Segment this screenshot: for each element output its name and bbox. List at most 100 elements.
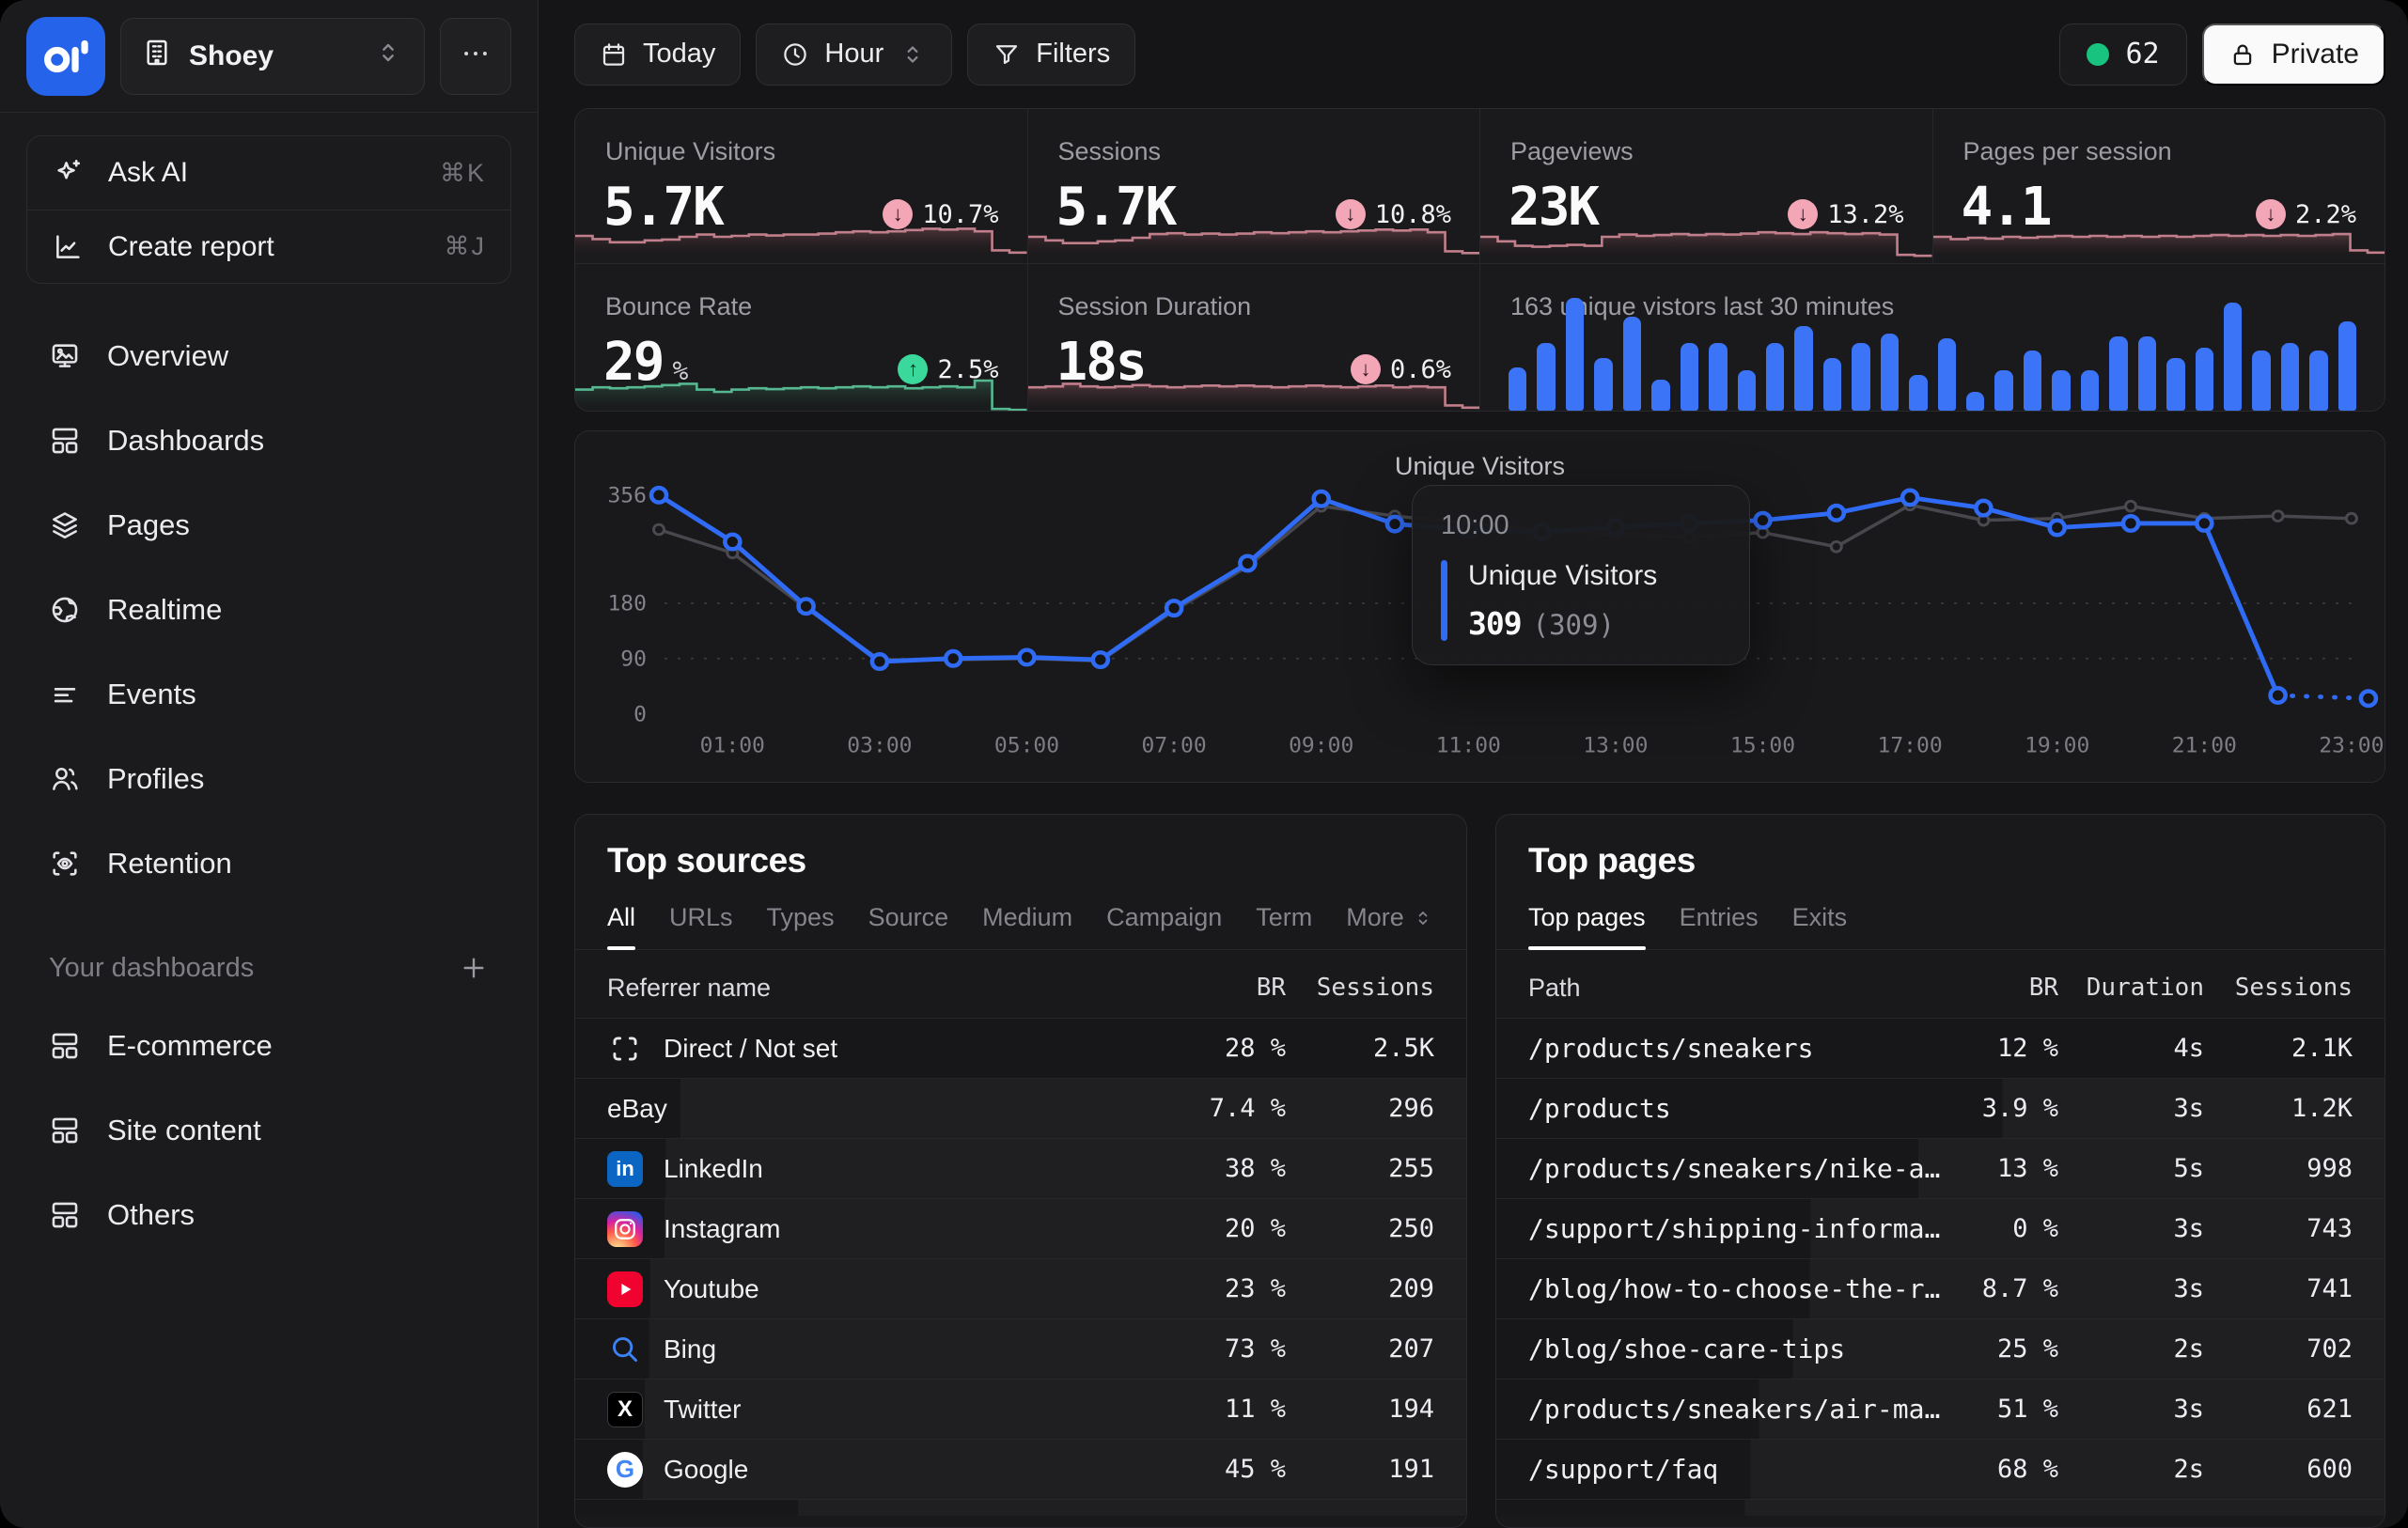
tab-urls[interactable]: URLs [669,903,733,949]
sidebar-item-dashboards[interactable]: Dashboards [26,398,511,483]
tooltip-series-color-bar [1441,560,1447,641]
page-row--products-sneakers-air-max-2023[interactable]: /products/sneakers/air-max-202351 %3s621 [1496,1379,2385,1439]
quick-action-ask-ai[interactable]: Ask AI ⌘K [27,136,510,210]
metric-sparkline [575,369,1027,412]
interval-button[interactable]: Hour [756,23,952,86]
topbar: Today Hour Filters 62 Private [574,0,2385,108]
sessions-value: 209 [1286,1274,1434,1303]
source-row-ebay[interactable]: eBay7.4 %296 [575,1078,1466,1138]
page-row--blog-shoe-care-tips[interactable]: /blog/shoe-care-tips25 %2s702 [1496,1318,2385,1379]
bounce-rate-value: 68 % [1946,1455,2058,1484]
page-row--support-faq[interactable]: /support/faq68 %2s600 [1496,1439,2385,1499]
nav-label: Others [107,1198,195,1232]
page-row--support-shipping-information[interactable]: /support/shipping-information0 %3s743 [1496,1198,2385,1258]
nav-label: Dashboards [107,424,264,458]
sidebar-item-retention[interactable]: Retention [26,821,511,906]
realtime-bar [2309,351,2327,411]
dashboard-icon [49,425,81,457]
source-row-linkedin[interactable]: inLinkedIn38 %255 [575,1138,1466,1198]
source-row-instagram[interactable]: Instagram20 %250 [575,1198,1466,1258]
metric-card-unique-visitors[interactable]: Unique Visitors5.7K↓10.7% [575,109,1027,263]
interval-label: Hour [824,39,883,70]
tab-label: Source [868,903,949,932]
sessions-value: 2.1K [2204,1034,2353,1063]
realtime-bar [2081,370,2099,412]
sidebar-item-profiles[interactable]: Profiles [26,737,511,821]
metric-title: Sessions [1058,137,1162,166]
sidebar-item-events[interactable]: Events [26,652,511,737]
tab-source[interactable]: Source [868,903,949,949]
svg-text:07:00: 07:00 [1142,733,1207,757]
building-icon [142,38,172,75]
sidebar-item-realtime[interactable]: Realtime [26,568,511,652]
app-logo[interactable] [26,17,105,96]
tab-medium[interactable]: Medium [982,903,1072,949]
metric-card-sessions[interactable]: Sessions5.7K↓10.8% [1028,109,1480,263]
source-row-bing[interactable]: Bing73 %207 [575,1318,1466,1379]
tab-entries[interactable]: Entries [1680,903,1759,949]
quick-action-create-report[interactable]: Create report⌘J [27,210,510,283]
sidebar-menu-button[interactable] [440,18,511,95]
duration-value: 3s [2058,1274,2204,1303]
tab-top-pages[interactable]: Top pages [1528,903,1646,949]
events-icon [49,678,81,710]
source-row-google[interactable]: GGoogle45 %191 [575,1439,1466,1499]
col-br: BR [1173,974,1286,1002]
sessions-value: 2.5K [1286,1034,1434,1063]
page-row--products-sneakers-nike-air-max-2-[interactable]: /products/sneakers/nike-air-max-2…13 %5s… [1496,1138,2385,1198]
filters-button[interactable]: Filters [967,23,1135,86]
metric-title: Pages per session [1963,137,2172,166]
tab-label: More [1346,903,1404,932]
metric-sparkline [1933,214,2385,263]
quick-action-label: Ask AI [108,157,188,189]
tab-term[interactable]: Term [1256,903,1312,949]
realtime-visitors-card[interactable]: 163 unique vistors last 30 minutes [1480,264,2385,412]
page-row--blog-how-to-choose-the-right-sho-[interactable]: /blog/how-to-choose-the-right-sho…8.7 %3… [1496,1258,2385,1318]
page-row--products-sneakers[interactable]: /products/sneakers12 %4s2.1K [1496,1018,2385,1078]
source-row-youtube[interactable]: Youtube23 %209 [575,1258,1466,1318]
sidebar-item-overview[interactable]: Overview [26,314,511,398]
sidebar-nav: Overview Dashboards Pages Realtime EventsPro… [0,293,538,906]
col-sessions: Sessions [2204,974,2353,1002]
tab-all[interactable]: All [607,903,635,949]
metric-sparkline [575,214,1027,263]
visibility-label: Private [2272,39,2359,70]
dashboard-item-site-content[interactable]: Site content [26,1088,511,1173]
tab-exits[interactable]: Exits [1792,903,1848,949]
date-range-button[interactable]: Today [574,23,741,86]
page-path: /support/shipping-information [1528,1213,1946,1244]
metric-card-pageviews[interactable]: Pageviews23K↓13.2% [1480,109,1932,263]
page-row--products[interactable]: /products3.9 %3s1.2K [1496,1078,2385,1138]
metric-card-bounce-rate[interactable]: Bounce Rate29%↑2.5% [575,264,1027,412]
nav-label: Realtime [107,593,222,627]
dashboard-icon [49,1030,81,1062]
source-row-twitter[interactable]: XTwitter11 %194 [575,1379,1466,1439]
workspace-switcher[interactable]: Shoey [120,18,425,95]
visibility-button[interactable]: Private [2202,23,2385,86]
online-visitors-badge[interactable]: 62 [2059,23,2187,86]
sessions-value: 743 [2204,1214,2353,1243]
analytics-app: Shoey Ask AI ⌘K Create report⌘J Overview Da… [0,0,2408,1528]
metric-card-session-duration[interactable]: Session Duration18s↓0.6% [1028,264,1480,412]
profiles-icon [49,763,81,795]
svg-text:17:00: 17:00 [1878,733,1943,757]
realtime-bar [2109,336,2127,411]
source-row-direct-not-set[interactable]: Direct / Not set28 %2.5K [575,1018,1466,1078]
realtime-bar [1823,358,1841,411]
nav-label: Overview [107,339,228,373]
sidebar-item-pages[interactable]: Pages [26,483,511,568]
unique-visitors-chart-card: Unique Visitors 35618090001:0003:0005:00… [574,430,2385,783]
bounce-rate-value: 45 % [1173,1455,1286,1484]
tab-more[interactable]: More [1346,903,1434,949]
sidebar-header: Shoey [0,0,538,113]
shortcut-hint: ⌘K [440,159,486,188]
tooltip-value: 309 [1468,605,1522,642]
add-dashboard-button[interactable] [459,953,489,983]
tab-campaign[interactable]: Campaign [1106,903,1222,949]
referrer-name: LinkedIn [664,1154,763,1184]
tab-types[interactable]: Types [767,903,835,949]
dashboard-item-others[interactable]: Others [26,1173,511,1257]
metric-card-pages-per-session[interactable]: Pages per session4.1↓2.2% [1933,109,2385,263]
dashboard-item-e-commerce[interactable]: E-commerce [26,1004,511,1088]
bounce-rate-value: 12 % [1946,1034,2058,1063]
